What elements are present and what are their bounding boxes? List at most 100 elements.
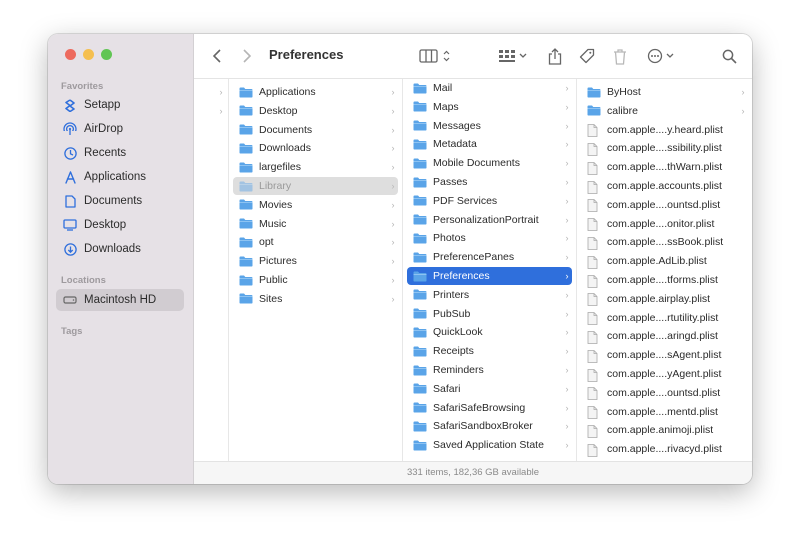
folder-row[interactable]: Desktop ›	[233, 102, 398, 120]
tag-button[interactable]	[578, 46, 596, 66]
sidebar-item-downloads[interactable]: Downloads	[56, 238, 184, 260]
folder-row[interactable]: Movies ›	[233, 196, 398, 214]
file-row[interactable]: ›	[196, 83, 226, 101]
trash-button[interactable]	[611, 46, 629, 66]
file-row[interactable]: com.apple....ountsd.plist	[581, 384, 748, 402]
item-name: Desktop	[259, 104, 298, 117]
file-row[interactable]: com.apple....onitor.plist	[581, 215, 748, 233]
file-row[interactable]: com.apple....y.heard.plist	[581, 121, 748, 139]
folder-row[interactable]: PreferencePanes ›	[407, 248, 572, 266]
folder-row[interactable]: Receipts ›	[407, 342, 572, 360]
back-button[interactable]	[210, 46, 224, 66]
file-row[interactable]: com.apple....yAgent.plist	[581, 365, 748, 383]
file-row[interactable]: com.apple.airplay.plist	[581, 290, 748, 308]
item-name: Mail	[433, 82, 453, 94]
folder-row[interactable]: Library ›	[233, 177, 398, 195]
folder-row[interactable]: Printers ›	[407, 286, 572, 304]
folder-row[interactable]: Music ›	[233, 215, 398, 233]
sidebar-item-setapp[interactable]: Setapp	[56, 94, 184, 116]
item-name: Metadata	[433, 138, 477, 151]
item-name: largefiles	[259, 161, 302, 174]
more-icon	[647, 48, 674, 64]
folder-row[interactable]: PersonalizationPortrait ›	[407, 211, 572, 229]
item-name: PubSub	[433, 307, 471, 320]
folder-row[interactable]: PDF Services ›	[407, 192, 572, 210]
view-mode-button[interactable]	[418, 46, 454, 66]
folder-row[interactable]: Applications ›	[233, 83, 398, 101]
folder-row[interactable]: Mail ›	[407, 79, 572, 97]
file-icon	[587, 218, 601, 231]
chevron-right-icon: ›	[565, 327, 569, 338]
file-icon	[587, 142, 601, 156]
file-row[interactable]: ›	[196, 102, 226, 120]
folder-row[interactable]: ByHost ›	[581, 83, 748, 101]
folder-row[interactable]: PubSub ›	[407, 305, 572, 323]
folder-row[interactable]: QuickLook ›	[407, 323, 572, 341]
folder-row[interactable]: Documents ›	[233, 121, 398, 139]
folder-row[interactable]: Saved Application State ›	[407, 436, 572, 454]
folder-row[interactable]: Mobile Documents ›	[407, 154, 572, 172]
folder-row[interactable]: Preferences ›	[407, 267, 572, 285]
file-row[interactable]: com.apple....rtutility.plist	[581, 309, 748, 327]
minimize-window-button[interactable]	[83, 49, 94, 60]
file-row[interactable]: com.apple....tforms.plist	[581, 271, 748, 289]
file-row[interactable]: com.apple.animoji.plist	[581, 421, 748, 439]
setapp-icon	[63, 98, 77, 112]
folder-row[interactable]: Reminders ›	[407, 361, 572, 379]
folder-row[interactable]: SafariSafeBrowsing ›	[407, 399, 572, 417]
file-row[interactable]: com.apple....thWarn.plist	[581, 158, 748, 176]
chevron-right-icon: ›	[391, 87, 395, 97]
folder-row[interactable]: SafariSandboxBroker ›	[407, 417, 572, 435]
file-row[interactable]: com.apple....mentd.plist	[581, 403, 748, 421]
close-window-button[interactable]	[65, 49, 76, 60]
item-name: com.apple....yAgent.plist	[607, 368, 722, 380]
share-button[interactable]	[546, 46, 564, 66]
zoom-window-button[interactable]	[101, 49, 112, 60]
file-row[interactable]: com.apple.AdLib.plist	[581, 252, 748, 270]
folder-row[interactable]: largefiles ›	[233, 158, 398, 176]
search-button[interactable]	[720, 46, 738, 66]
file-icon	[587, 424, 601, 438]
item-name: com.apple.AdLib.plist	[607, 255, 707, 268]
folder-row[interactable]: calibre ›	[581, 102, 748, 120]
forward-button[interactable]	[240, 46, 254, 66]
folder-row[interactable]: Passes ›	[407, 173, 572, 191]
folder-row[interactable]: Safari ›	[407, 380, 572, 398]
chevron-right-icon: ›	[565, 252, 569, 263]
sidebar-item-documents[interactable]: Documents	[56, 190, 184, 212]
item-name: PersonalizationPortrait	[433, 213, 539, 226]
folder-row[interactable]: Public ›	[233, 271, 398, 289]
file-row[interactable]: com.apple....rivacyd.plist	[581, 440, 748, 458]
more-actions-button[interactable]	[646, 46, 678, 66]
item-name: com.apple.animoji.plist	[607, 424, 714, 437]
file-row[interactable]: com.apple....aringd.plist	[581, 327, 748, 345]
sidebar-item-applications[interactable]: Applications	[56, 166, 184, 188]
sidebar-item-recents[interactable]: Recents	[56, 142, 184, 164]
chevron-right-icon: ›	[565, 383, 569, 394]
folder-row[interactable]: Pictures ›	[233, 252, 398, 270]
file-row[interactable]: com.apple....ountsd.plist	[581, 196, 748, 214]
file-row[interactable]: com.apple....sAgent.plist	[581, 346, 748, 364]
folder-row[interactable]: Downloads ›	[233, 139, 398, 157]
item-name: com.apple....y.heard.plist	[607, 123, 723, 136]
sidebar-item-airdrop[interactable]: AirDrop	[56, 118, 184, 140]
chevron-right-icon: ›	[565, 440, 569, 451]
folder-row[interactable]: opt ›	[233, 233, 398, 251]
file-row[interactable]: com.apple....ssibility.plist	[581, 139, 748, 157]
window-controls	[65, 49, 112, 60]
folder-row[interactable]: Sites ›	[233, 290, 398, 308]
file-row[interactable]: com.apple....ssBook.plist	[581, 233, 748, 251]
clock-icon	[63, 146, 77, 160]
group-button[interactable]	[496, 46, 530, 66]
sidebar-item-macintosh-hd[interactable]: Macintosh HD	[56, 289, 184, 311]
folder-row[interactable]: Messages ›	[407, 117, 572, 135]
folder-row[interactable]: Metadata ›	[407, 135, 572, 153]
toolbar: Preferences	[194, 34, 752, 79]
item-name: Photos	[433, 232, 466, 245]
folder-row[interactable]: Maps ›	[407, 98, 572, 116]
file-icon	[587, 161, 601, 175]
file-row[interactable]: com.apple.accounts.plist	[581, 177, 748, 195]
sidebar-item-label: Applications	[84, 171, 147, 183]
sidebar-item-desktop[interactable]: Desktop	[56, 214, 184, 236]
folder-row[interactable]: Photos ›	[407, 229, 572, 247]
